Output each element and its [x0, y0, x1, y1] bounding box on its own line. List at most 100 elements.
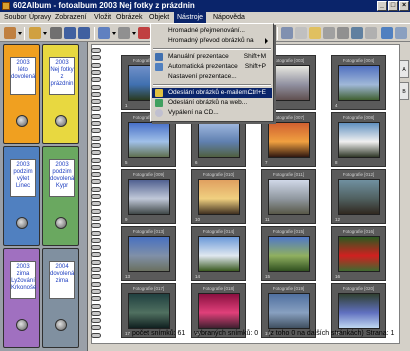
photo-thumbnail[interactable]: Fotografie [010] 10 [191, 169, 246, 224]
photo-caption: Fotografie [017] [132, 286, 165, 291]
info-icon[interactable] [395, 27, 407, 39]
spiral-coil [91, 288, 101, 294]
menu-nastroje[interactable]: Nástroje [174, 12, 207, 23]
photo-image [338, 293, 380, 329]
page-tab[interactable]: B [400, 82, 409, 100]
page-tab[interactable]: A [400, 60, 409, 78]
folder-icon[interactable] [309, 27, 321, 39]
prev-icon[interactable] [64, 27, 76, 39]
binder-album[interactable]: 2003 zima Lyžování Krkonoše [3, 248, 40, 348]
help-icon[interactable] [381, 27, 393, 39]
photo-thumbnail[interactable]: Fotografie [016] 16 [331, 226, 386, 281]
image-icon[interactable] [98, 27, 110, 39]
menu-item-label: Odeslání obrázků e-mailem... [168, 89, 253, 96]
photo-image [268, 236, 310, 272]
minimize-button[interactable]: _ [377, 1, 387, 11]
menu-item-label: Automatická prezentace [168, 63, 238, 70]
photo-image [198, 179, 240, 215]
menu-item-shortcut: Shift+P [244, 63, 266, 70]
binder-album[interactable]: 2003 Nej fotky z prázdnin [42, 44, 79, 144]
menu-objekt[interactable]: Objekt [146, 12, 172, 23]
spiral-coil [91, 230, 101, 236]
settings-icon[interactable] [365, 27, 377, 39]
binder-album[interactable]: 2003 podzim dovolená Kypr [42, 146, 79, 246]
chevron-down-icon[interactable] [43, 32, 47, 35]
menu-item-manual-presentation[interactable]: Manuální prezentace Shift+M [152, 52, 272, 62]
delete-icon[interactable] [138, 27, 150, 39]
photo-thumbnail[interactable]: Fotografie [013] 13 [121, 226, 176, 281]
menu-item-label: Hromadný převod obrázků na [168, 37, 254, 44]
binder-label: 2003 zima Lyžování Krkonoše [10, 261, 36, 299]
photo-image [268, 122, 310, 158]
copy-icon[interactable] [295, 27, 307, 39]
view-icon[interactable] [281, 27, 293, 39]
binder-album[interactable]: 2004 dovolená zima [42, 248, 79, 348]
spiral-coil [91, 201, 101, 207]
menu-item-label: Odeslání obrázků na web... [168, 99, 248, 106]
menu-napoveda[interactable]: Nápověda [210, 12, 248, 23]
menu-vlozit[interactable]: Vložit [91, 12, 114, 23]
maximize-button[interactable]: □ [388, 1, 398, 11]
zoom-icon[interactable] [351, 27, 363, 39]
binder-ring-icon [55, 217, 67, 229]
binder-album[interactable]: 2003 podzim výlet Linec [3, 146, 40, 246]
spiral-coil [91, 106, 101, 112]
binder-label: 2003 Nej fotky z prázdnin [49, 57, 75, 95]
photo-number: 16 [335, 274, 341, 279]
photo-caption: Fotografie [009] [132, 172, 165, 177]
list-icon[interactable] [337, 27, 349, 39]
chevron-down-icon[interactable] [132, 32, 136, 35]
album-icon[interactable] [4, 27, 16, 39]
photo-thumbnail[interactable]: Fotografie [015] 15 [261, 226, 316, 281]
binder-album[interactable]: 2003 léto dovolená [3, 44, 40, 144]
photo-thumbnail[interactable]: Fotografie [004] 4 [331, 55, 386, 110]
status-bar: počet snímků: 61 vybraných snímků: 0 (z … [128, 330, 398, 340]
menu-upravy[interactable]: Úpravy [26, 12, 54, 23]
spiral-coil [91, 91, 101, 97]
chevron-down-icon[interactable] [112, 32, 116, 35]
menu-item-auto-presentation[interactable]: Automatická prezentace Shift+P [152, 62, 272, 72]
photo-image [268, 293, 310, 329]
spiral-coil [91, 135, 101, 141]
menu-item-presentation-settings[interactable]: Nastavení prezentace... [152, 72, 272, 82]
email-icon [155, 89, 163, 97]
photo-image [198, 293, 240, 329]
photo-thumbnail[interactable]: Fotografie [012] 12 [331, 169, 386, 224]
close-button[interactable]: × [399, 1, 409, 11]
photo-number: 10 [195, 217, 201, 222]
grid-icon[interactable] [323, 27, 335, 39]
menu-obrazek[interactable]: Obrázek [113, 12, 145, 23]
menu-item-burn-cd[interactable]: Vypálení na CD... [152, 108, 272, 118]
menu-item-batch-rename[interactable]: Hromadné přejmenování... [152, 26, 272, 36]
web-icon [155, 99, 163, 107]
photo-thumbnail[interactable]: Fotografie [014] 14 [191, 226, 246, 281]
photo-caption: Fotografie [015] [272, 229, 305, 234]
open-icon[interactable] [29, 27, 41, 39]
rotate-icon[interactable] [118, 27, 130, 39]
photo-number: 12 [335, 217, 341, 222]
spiral-coil [91, 48, 101, 53]
photo-caption: Fotografie [016] [342, 229, 375, 234]
spiral-coil [91, 215, 101, 221]
spiral-coil [91, 310, 101, 316]
menu-item-send-web[interactable]: Odeslání obrázků na web... [152, 98, 272, 108]
menu-zobrazeni[interactable]: Zobrazení [52, 12, 90, 23]
photo-thumbnail[interactable]: Fotografie [011] 11 [261, 169, 316, 224]
next-icon[interactable] [78, 27, 90, 39]
binder-label: 2003 léto dovolená [10, 57, 36, 95]
print-icon[interactable] [50, 27, 62, 39]
photo-thumbnail[interactable]: Fotografie [008] 8 [331, 112, 386, 167]
spiral-coil [91, 186, 101, 192]
toolbar-separator [94, 27, 95, 40]
spiral-coil [91, 274, 101, 280]
menu-bar: Soubor Úpravy Zobrazení Vložit Obrázek O… [0, 12, 410, 23]
menu-item-send-email[interactable]: Odeslání obrázků e-mailem... Ctrl+E [152, 88, 272, 98]
album-shelf: 2003 léto dovolená 2003 Nej fotky z práz… [0, 42, 88, 351]
chevron-down-icon[interactable] [18, 32, 22, 35]
menu-item-label: Manuální prezentace [168, 53, 229, 60]
photo-caption: Fotografie [004] [342, 58, 375, 63]
photo-image [128, 236, 170, 272]
menu-item-batch-convert[interactable]: Hromadný převod obrázků na [152, 36, 272, 46]
spiral-coil [91, 77, 101, 83]
photo-thumbnail[interactable]: Fotografie [009] 9 [121, 169, 176, 224]
